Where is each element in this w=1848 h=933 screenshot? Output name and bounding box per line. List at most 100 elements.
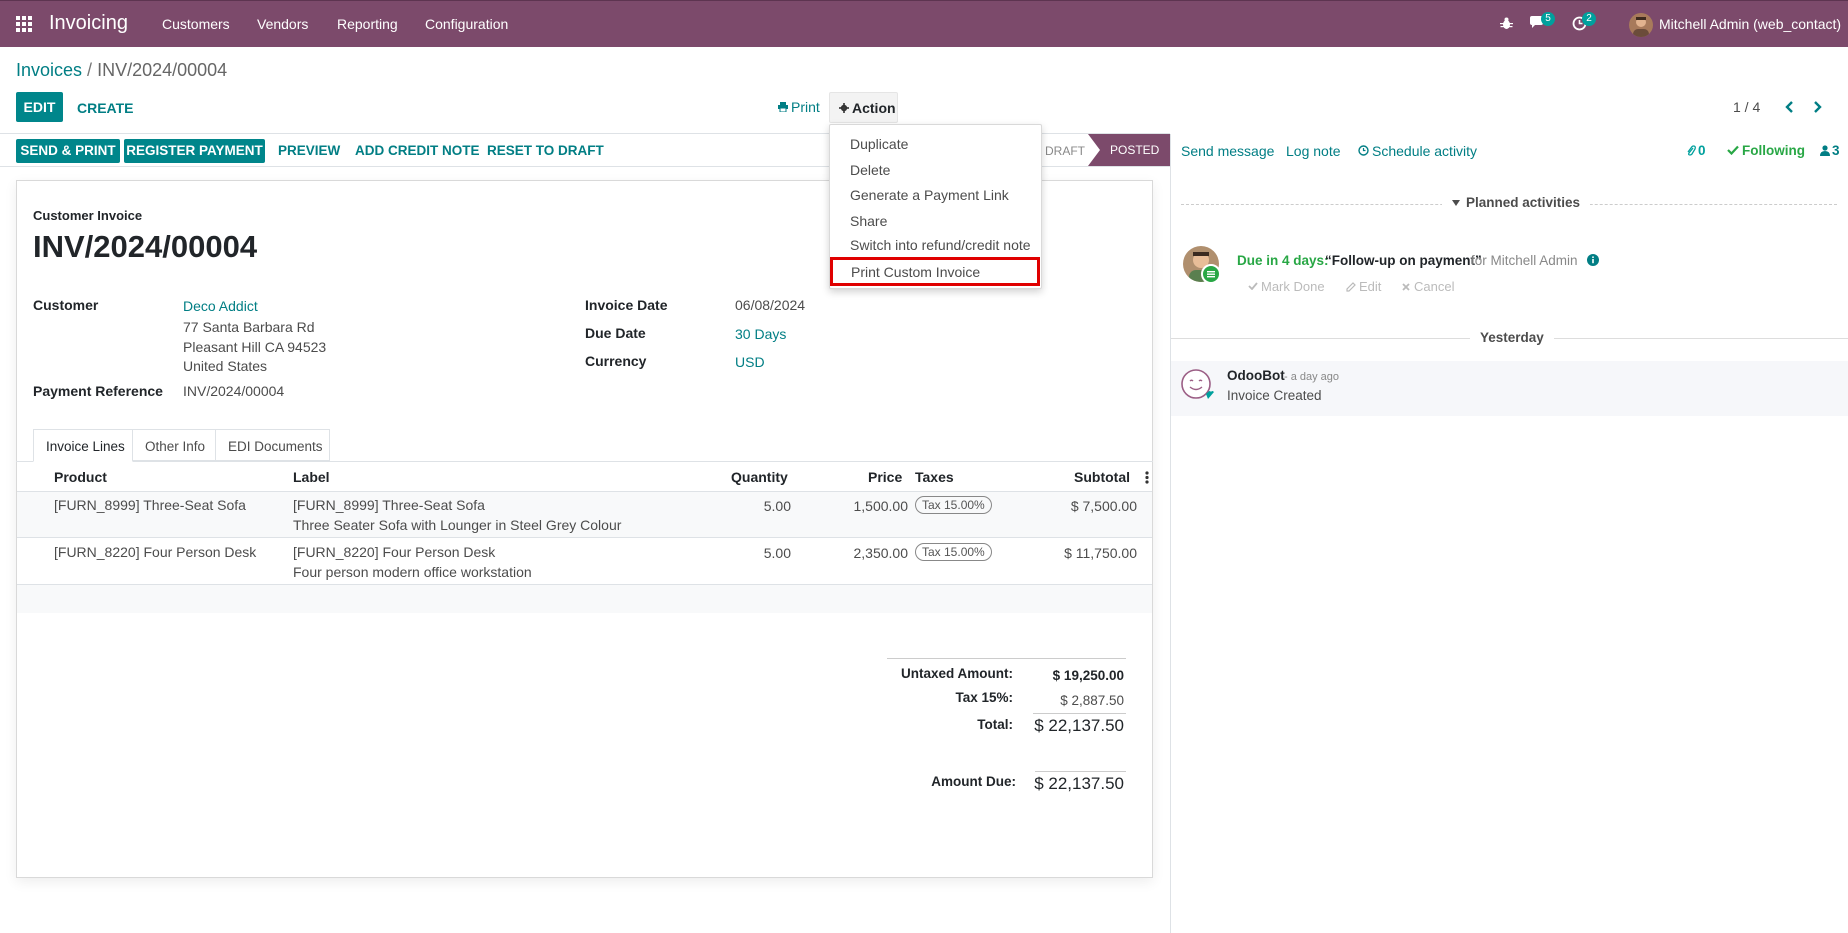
col-taxes[interactable]: Taxes: [915, 469, 954, 485]
planned-activities-toggle[interactable]: Planned activities: [1442, 195, 1591, 210]
print-button[interactable]: Print: [791, 99, 820, 115]
menu-item-share[interactable]: Share: [850, 213, 887, 229]
currency-label: Currency: [585, 353, 647, 369]
row2-price: 2,350.00: [853, 545, 909, 561]
app-name[interactable]: Invoicing: [49, 12, 128, 35]
payment-reference-value: INV/2024/00004: [183, 383, 285, 399]
yesterday-label: Yesterday: [1470, 330, 1554, 345]
col-quantity[interactable]: Quantity: [731, 469, 788, 485]
paperclip-icon[interactable]: [1686, 145, 1696, 157]
log-note-button[interactable]: Log note: [1286, 143, 1341, 159]
col-subtotal[interactable]: Subtotal: [1074, 469, 1130, 485]
row1-tax-tag: Tax 15.00%: [915, 496, 992, 514]
send-message-button[interactable]: Send message: [1181, 143, 1274, 159]
odoobot-avatar: [1180, 368, 1214, 402]
menu-reporting[interactable]: Reporting: [337, 16, 398, 32]
tab-other-info[interactable]: Other Info: [133, 429, 216, 461]
pager-value[interactable]: 1 / 4: [1733, 99, 1760, 115]
attachments-count[interactable]: 0: [1698, 143, 1706, 158]
tab-edi-documents[interactable]: EDI Documents: [216, 429, 330, 461]
mark-done-button[interactable]: Mark Done: [1261, 279, 1325, 294]
invoice-number: INV/2024/00004: [33, 229, 258, 264]
add-credit-note-button[interactable]: ADD CREDIT NOTE: [355, 143, 480, 158]
breadcrumb-invoices[interactable]: Invoices: [16, 60, 82, 80]
top-navbar: Invoicing Customers Vendors Reporting Co…: [0, 0, 1848, 47]
preview-button[interactable]: PREVIEW: [278, 143, 340, 158]
amount-due-value: $ 22,137.50: [1034, 774, 1124, 793]
breadcrumb-current: INV/2024/00004: [97, 60, 228, 80]
followers-user-icon[interactable]: [1820, 145, 1830, 156]
row1-tax-label: Tax 15.00%: [915, 496, 992, 514]
state-posted: POSTED: [1088, 134, 1170, 166]
totals-top-border: [887, 658, 1126, 659]
currency-value[interactable]: USD: [735, 354, 765, 370]
pager-next-icon[interactable]: [1812, 101, 1822, 113]
reset-to-draft-button[interactable]: RESET TO DRAFT: [487, 143, 604, 158]
register-payment-button[interactable]: REGISTER PAYMENT: [124, 139, 265, 163]
edit-pencil-icon: [1346, 282, 1356, 292]
state-draft[interactable]: DRAFT: [1045, 144, 1085, 158]
untaxed-label: Untaxed Amount:: [901, 666, 1013, 681]
apps-menu-icon[interactable]: [16, 16, 32, 32]
following-button[interactable]: Following: [1742, 143, 1805, 158]
edit-activity-button[interactable]: Edit: [1359, 279, 1381, 294]
row1-product: [FURN_8999] Three-Seat Sofa: [54, 497, 246, 513]
activity-type-icon: [1201, 264, 1221, 284]
due-date-value[interactable]: 30 Days: [735, 326, 786, 342]
info-circle-icon[interactable]: [1587, 254, 1599, 266]
action-label: Action: [852, 100, 896, 116]
action-button[interactable]: Action: [829, 92, 898, 123]
optional-columns-kebab-icon[interactable]: [1145, 471, 1149, 484]
amount-due-label: Amount Due:: [931, 774, 1016, 789]
message-author[interactable]: OdooBot: [1227, 368, 1285, 383]
debug-bug-icon[interactable]: [1500, 17, 1513, 30]
row1-subtotal: $ 7,500.00: [1070, 498, 1137, 514]
menu-item-generate-payment-link[interactable]: Generate a Payment Link: [850, 187, 1009, 203]
menu-item-print-custom-invoice-label: Print Custom Invoice: [851, 264, 981, 280]
caret-down-icon: [1452, 200, 1460, 207]
col-product[interactable]: Product: [54, 469, 107, 485]
menu-item-print-custom-invoice[interactable]: Print Custom Invoice: [830, 257, 1040, 286]
cancel-activity-button[interactable]: Cancel: [1414, 279, 1454, 294]
row1-price: 1,500.00: [853, 498, 909, 514]
schedule-clock-icon: [1358, 145, 1369, 156]
cancel-times-icon: [1402, 283, 1410, 291]
menu-vendors[interactable]: Vendors: [257, 16, 308, 32]
menu-customers[interactable]: Customers: [162, 16, 230, 32]
messages-badge: 5: [1541, 12, 1555, 26]
menu-item-duplicate[interactable]: Duplicate: [850, 136, 908, 152]
row2-product: [FURN_8220] Four Person Desk: [54, 544, 257, 560]
activity-due: Due in 4 days:: [1237, 253, 1329, 268]
row2-label-description: Four person modern office workstation: [293, 564, 532, 580]
tax-value: $ 2,887.50: [1060, 693, 1124, 708]
row1-label-description: Three Seater Sofa with Lounger in Steel …: [293, 517, 622, 533]
message-time: - a day ago: [1284, 371, 1340, 383]
menu-item-switch-refund[interactable]: Switch into refund/credit note: [850, 237, 1031, 253]
edit-button[interactable]: EDIT: [16, 92, 63, 122]
row2-label: [FURN_8220] Four Person Desk: [293, 544, 496, 560]
invoice-type: Customer Invoice: [33, 208, 143, 223]
action-dropdown-menu: Duplicate Delete Generate a Payment Link…: [829, 124, 1042, 289]
user-avatar[interactable]: [1629, 13, 1653, 37]
tab-invoice-lines-label: Invoice Lines: [46, 439, 125, 454]
row2-tax-label: Tax 15.00%: [915, 543, 992, 561]
menu-item-delete[interactable]: Delete: [850, 162, 890, 178]
menu-configuration[interactable]: Configuration: [425, 16, 508, 32]
col-label[interactable]: Label: [293, 469, 330, 485]
pager-prev-icon[interactable]: [1785, 101, 1795, 113]
send-print-button[interactable]: SEND & PRINT: [16, 139, 120, 163]
col-price[interactable]: Price: [868, 469, 902, 485]
activity-title: “Follow-up on payment”: [1325, 253, 1482, 268]
customer-address-line2: Pleasant Hill CA 94523: [183, 339, 327, 355]
customer-address-line1: 77 Santa Barbara Rd: [183, 319, 315, 335]
amount-due-border: [1035, 771, 1126, 772]
tab-other-info-label: Other Info: [145, 439, 206, 454]
schedule-activity-button[interactable]: Schedule activity: [1372, 143, 1477, 159]
user-name[interactable]: Mitchell Admin (web_contact): [1659, 16, 1841, 32]
followers-count[interactable]: 3: [1832, 143, 1840, 158]
customer-name[interactable]: Deco Addict: [183, 298, 258, 314]
create-button[interactable]: CREATE: [77, 100, 134, 116]
total-border: [1033, 713, 1126, 714]
tab-invoice-lines[interactable]: Invoice Lines: [33, 429, 133, 462]
tax-label: Tax 15%:: [955, 690, 1013, 705]
